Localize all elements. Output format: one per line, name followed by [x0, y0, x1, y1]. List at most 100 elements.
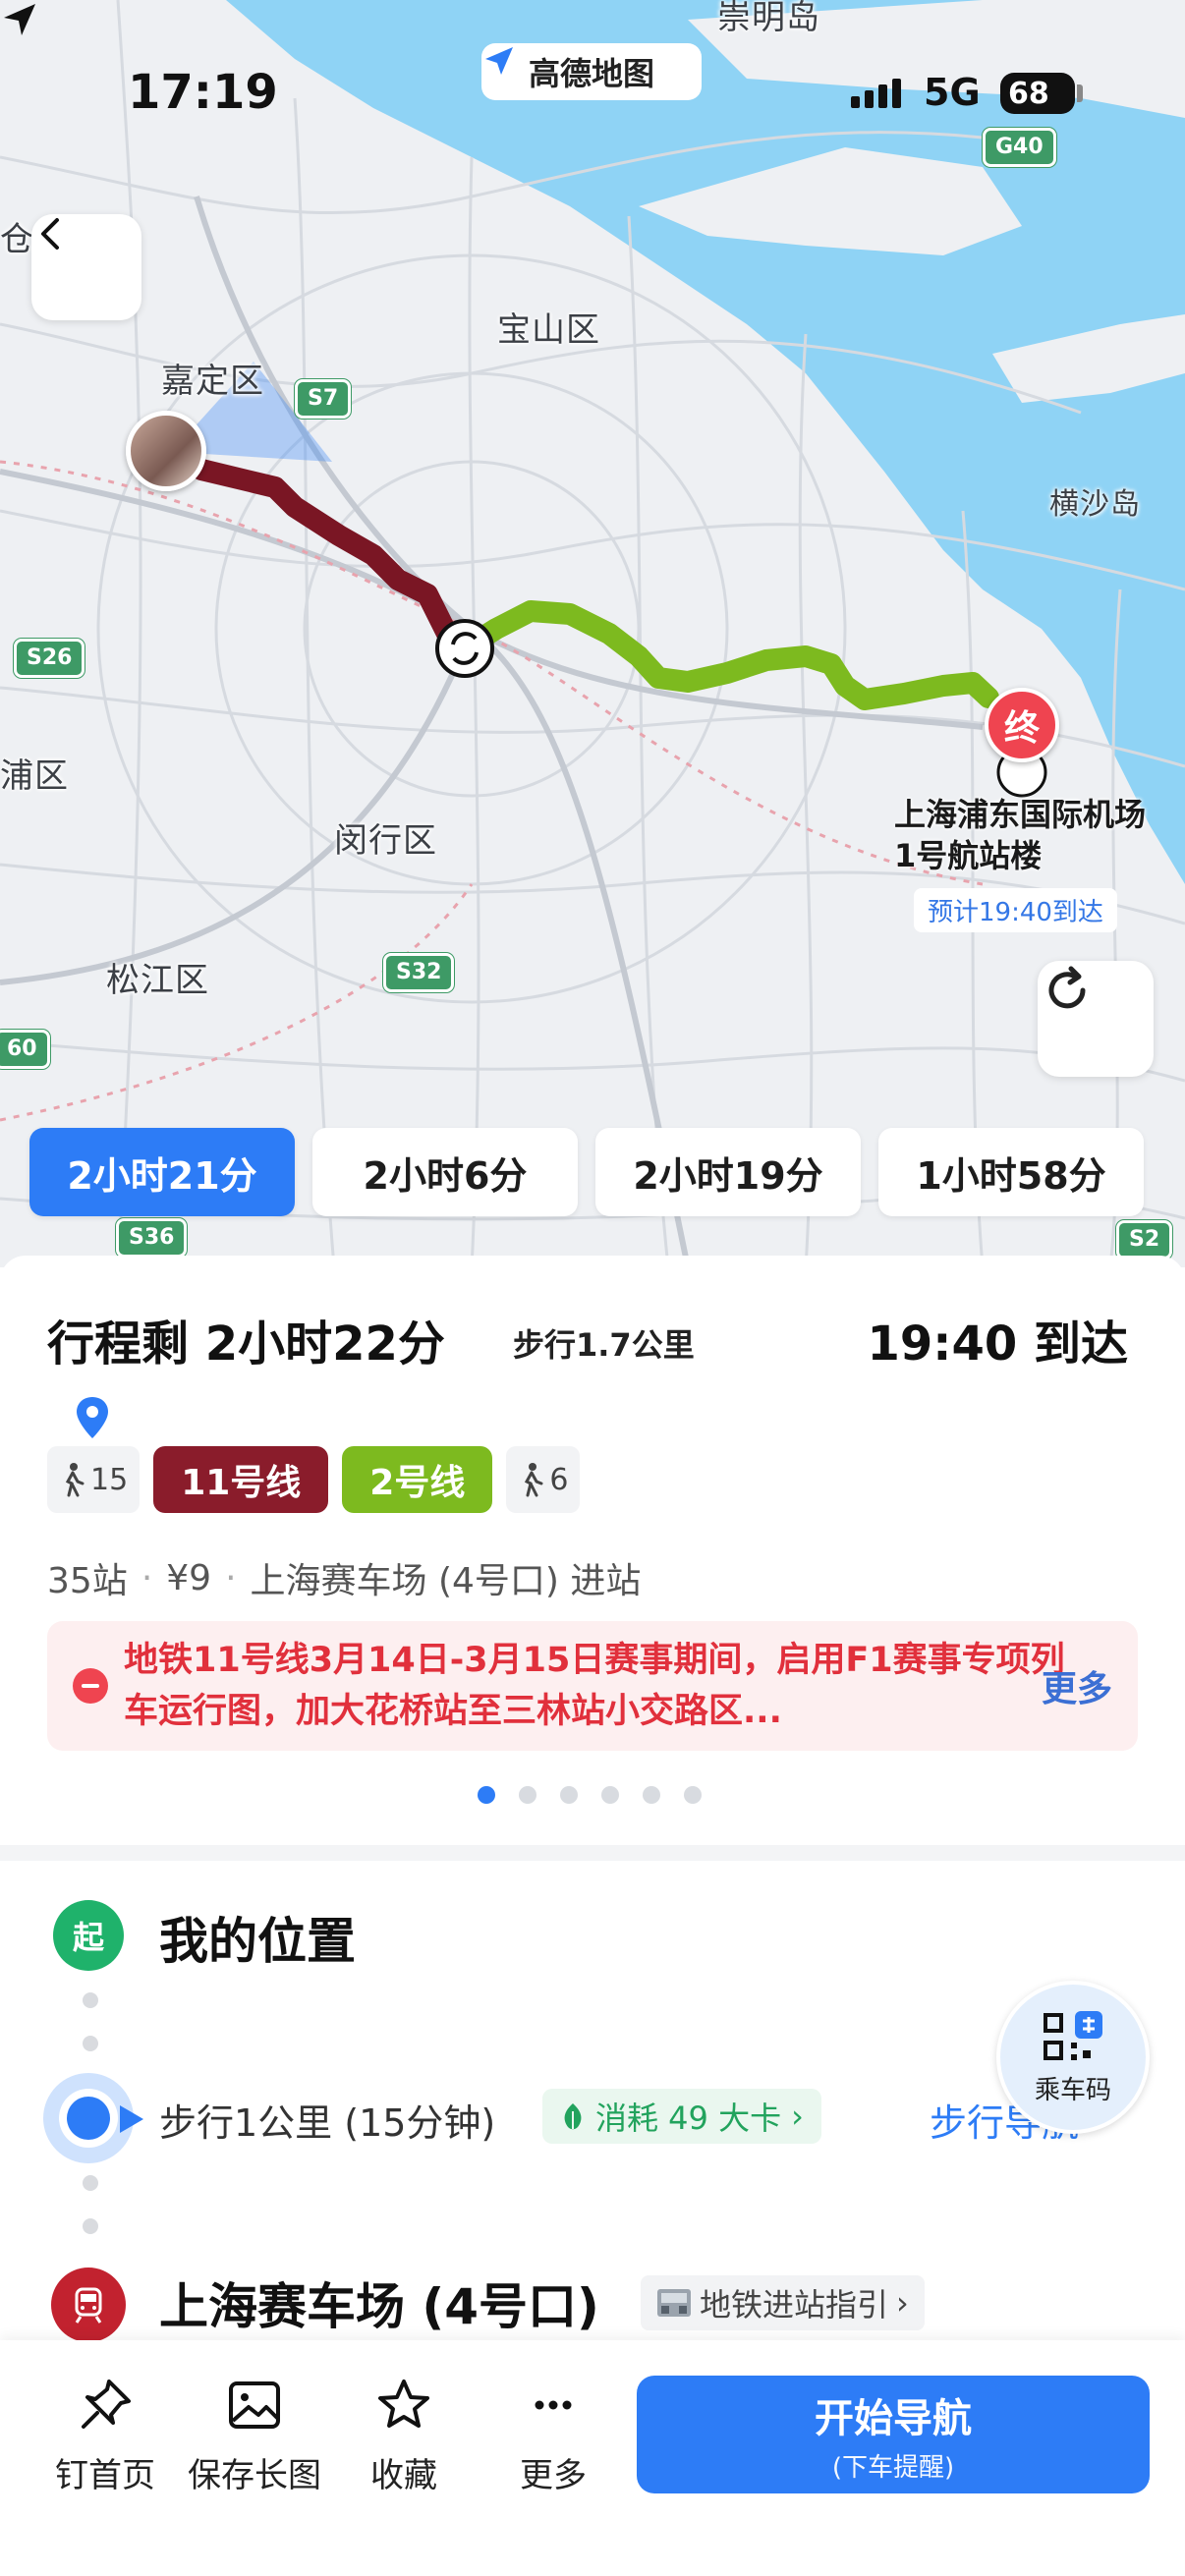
- ride-code-button[interactable]: 乘车码: [996, 1981, 1150, 2134]
- battery-cap: [1077, 84, 1083, 102]
- favorite-label: 收藏: [370, 2456, 437, 2495]
- signal-icon: [851, 79, 901, 108]
- road-shield: S2: [1116, 1220, 1173, 1260]
- map-label: 嘉定区: [161, 362, 264, 401]
- refresh-button[interactable]: [1038, 961, 1154, 1077]
- route-legs: 15 11号线 2号线 6: [47, 1446, 581, 1513]
- map-label: 宝山区: [497, 310, 600, 350]
- qr-code-icon: [1044, 2010, 1102, 2060]
- more-button[interactable]: 更多: [480, 2376, 627, 2496]
- service-notice[interactable]: 地铁11号线3月14日-3月15日赛事期间，启用F1赛事专项列车运行图，加大花桥…: [47, 1621, 1138, 1751]
- route-options: 2小时21分 2小时6分 2小时19分 1小时58分: [29, 1128, 1144, 1216]
- walking-icon: [525, 1463, 543, 1497]
- route-option-tab[interactable]: 2小时6分: [312, 1128, 578, 1216]
- bottom-action-bar: 钉首页 保存长图 收藏 更多 开始导航 (下车提醒): [0, 2340, 1185, 2576]
- ride-code-label: 乘车码: [1034, 2075, 1111, 2105]
- end-marker[interactable]: 终: [985, 688, 1059, 762]
- pin-to-home-button[interactable]: 钉首页: [31, 2376, 179, 2496]
- transfer-marker: [435, 619, 494, 678]
- map-label: 松江区: [106, 961, 209, 1000]
- location-pin-icon: [77, 1397, 108, 1438]
- separator-dot: ·: [225, 1557, 237, 1598]
- favorite-button[interactable]: 收藏: [330, 2376, 478, 2496]
- metro-line-2-chip: 2号线: [342, 1446, 493, 1513]
- start-nav-label: 开始导航: [815, 2395, 972, 2441]
- more-dots-icon: [535, 2400, 572, 2410]
- heading-arrow-icon: [120, 2105, 143, 2133]
- route-steps[interactable]: 起 我的位置 步行1公里 (15分钟) 消耗 49 大卡 › 步行导航 乘车码: [0, 1845, 1185, 2342]
- station-title: 上海赛车场 (4号口): [159, 2278, 599, 2335]
- map-label: 崇明岛: [717, 0, 820, 37]
- save-image-button[interactable]: 保存长图: [181, 2376, 328, 2496]
- road-shield: S36: [116, 1218, 188, 1258]
- route-option-tab[interactable]: 1小时58分: [878, 1128, 1144, 1216]
- metro-icon: [51, 2268, 126, 2342]
- card-pager[interactable]: [478, 1786, 702, 1804]
- destination-label[interactable]: 上海浦东国际机场1号航站楼: [894, 794, 1150, 876]
- entrance: 上海赛车场 (4号口) 进站: [250, 1561, 642, 1601]
- chevron-left-icon: [41, 218, 59, 250]
- image-icon: [229, 2381, 280, 2429]
- road-shield: 60: [0, 1030, 50, 1069]
- route-map[interactable]: 崇明岛 宝山区 嘉定区 横沙岛 闵行区 松江区 浦区 仓 G40 S7 S26 …: [0, 0, 1185, 1267]
- start-nav-sublabel: (下车提醒): [831, 2452, 955, 2483]
- network-type: 5G: [924, 71, 981, 114]
- map-label: 浦区: [0, 756, 69, 796]
- battery-icon: 68: [1000, 73, 1075, 114]
- walk-leg-end: 6: [506, 1446, 581, 1513]
- notice-more-link[interactable]: 更多: [1042, 1660, 1112, 1711]
- status-time: 17:19: [128, 65, 278, 120]
- star-icon: [378, 2380, 429, 2428]
- pager-dot: [560, 1786, 578, 1804]
- route-option-tab[interactable]: 2小时19分: [595, 1128, 861, 1216]
- refresh-icon: [1048, 966, 1086, 1009]
- calorie-text: 消耗 49 大卡: [595, 2100, 782, 2137]
- leaf-icon: [564, 2103, 582, 2130]
- road-shield: S7: [295, 379, 352, 419]
- step-connector: [83, 1992, 98, 2051]
- walk-minutes: 15: [90, 1462, 129, 1497]
- guide-text: 地铁进站指引: [700, 2286, 889, 2324]
- location-arrow-icon: [4, 4, 35, 35]
- road-shield: S32: [383, 953, 455, 992]
- walk-leg-start: 15: [47, 1446, 141, 1513]
- alert-icon: [73, 1668, 108, 1704]
- back-button[interactable]: [31, 214, 141, 320]
- stop-count: 35站: [47, 1561, 128, 1601]
- route-line-11: [191, 459, 476, 659]
- calorie-chip[interactable]: 消耗 49 大卡 ›: [542, 2089, 821, 2144]
- notice-text: 地铁11号线3月14日-3月15日赛事期间，启用F1赛事专项列车运行图，加大花桥…: [124, 1641, 1065, 1731]
- pin-label: 钉首页: [55, 2456, 155, 2495]
- route-meta: 35站 · ¥9 · 上海赛车场 (4号口) 进站: [47, 1552, 641, 1603]
- metro-line-11-chip: 11号线: [153, 1446, 329, 1513]
- chevron-right-icon: ›: [896, 2284, 909, 2322]
- pager-dot: [684, 1786, 702, 1804]
- start-navigation-button[interactable]: 开始导航 (下车提醒): [637, 2376, 1150, 2493]
- station-photo-icon: [657, 2289, 691, 2317]
- separator-dot: ·: [141, 1557, 153, 1598]
- walk-step-text: 步行1公里 (15分钟): [159, 2101, 496, 2145]
- map-label: 横沙岛: [1049, 487, 1141, 522]
- fare: ¥9: [166, 1557, 212, 1598]
- section-divider: [0, 1845, 1185, 1861]
- start-title: 我的位置: [159, 1913, 356, 1970]
- chevron-right-icon: ›: [791, 2098, 804, 2135]
- battery-level: 68: [1008, 76, 1049, 111]
- user-avatar[interactable]: [126, 411, 206, 491]
- pager-dot: [478, 1786, 495, 1804]
- walk-distance: 步行1.7公里: [513, 1326, 695, 1364]
- app-name: 高德地图: [528, 55, 654, 92]
- more-label: 更多: [520, 2456, 587, 2495]
- step-connector: [83, 2175, 98, 2234]
- pin-icon: [82, 2380, 131, 2429]
- app-badge[interactable]: 高德地图: [481, 43, 702, 100]
- map-label: 闵行区: [334, 821, 437, 861]
- walking-icon: [65, 1463, 85, 1497]
- arrival-time: 19:40 到达: [867, 1316, 1128, 1372]
- route-summary-card[interactable]: 行程剩 2小时22分 步行1.7公里 19:40 到达 15 11号线 2号线 …: [0, 1256, 1185, 1845]
- walk-minutes: 6: [549, 1462, 569, 1497]
- route-option-tab[interactable]: 2小时21分: [29, 1128, 295, 1216]
- start-badge: 起: [53, 1900, 124, 1971]
- station-guide-chip[interactable]: 地铁进站指引 ›: [641, 2275, 925, 2330]
- road-shield: G40: [983, 128, 1056, 167]
